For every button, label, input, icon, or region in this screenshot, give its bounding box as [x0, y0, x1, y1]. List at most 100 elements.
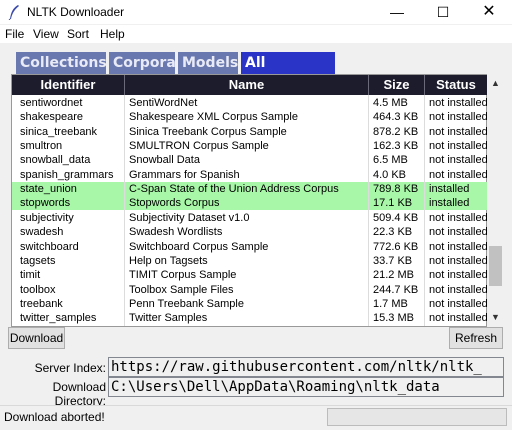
cell-identifier: spanish_grammars — [20, 168, 114, 181]
cell-size: 22.3 KB — [373, 226, 413, 239]
maximize-button[interactable]: ☐ — [420, 0, 466, 24]
column-divider — [124, 95, 125, 326]
table-row[interactable]: sentiwordnet SentiWordNet 4.5 MB not instal… — [12, 96, 488, 110]
table-row[interactable]: swadesh Swadesh Wordlists 22.3 KB not insta… — [12, 225, 488, 239]
table-row[interactable]: twitter_samples Twitter Samples 15.3 MB not… — [12, 311, 488, 325]
cell-identifier: state_union — [20, 183, 77, 196]
cell-status: not installed — [429, 125, 488, 138]
download-directory-field[interactable]: C:\Users\Dell\AppData\Roaming\nltk_data — [108, 377, 504, 397]
cell-identifier: sentiwordnet — [20, 97, 83, 109]
cell-identifier: subjectivity — [20, 211, 74, 224]
table-row[interactable]: timit TIMIT Corpus Sample 21.2 MB not insta… — [12, 268, 488, 282]
cell-identifier: shakespeare — [20, 111, 83, 124]
table-row[interactable]: stopwords Stopwords Corpus 17.1 KB installe… — [12, 196, 487, 211]
download-directory-label: Download Directory: — [52, 380, 106, 408]
menu-file[interactable]: File — [5, 27, 24, 41]
cell-status: not installed — [429, 111, 488, 124]
server-index-label: Server Index: — [34, 361, 106, 375]
status-message: Download aborted! — [4, 410, 105, 424]
cell-name: Penn Treebank Sample — [129, 297, 244, 310]
cell-status: not installed — [429, 254, 488, 267]
table-row[interactable]: snowball_data Snowball Data 6.5 MB not inst… — [12, 153, 488, 167]
cell-size: 6.5 MB — [373, 154, 408, 167]
cell-status: installed — [429, 197, 470, 210]
cell-status: not installed — [429, 283, 488, 296]
download-button[interactable]: Download — [8, 327, 65, 349]
table-row[interactable]: shakespeare Shakespeare XML Corpus Sample… — [12, 110, 488, 124]
tab-collections[interactable]: Collections — [16, 52, 107, 75]
cell-identifier: smultron — [20, 140, 63, 153]
cell-status: not installed — [429, 226, 488, 239]
cell-size: 464.3 KB — [373, 111, 419, 124]
tab-all-packages[interactable]: All Packages — [241, 52, 335, 94]
cell-size: 15.3 MB — [373, 312, 414, 325]
cell-name: Sinica Treebank Corpus Sample — [129, 125, 287, 138]
cell-identifier: snowball_data — [20, 154, 91, 167]
menu-view[interactable]: View — [33, 27, 59, 41]
cell-identifier: switchboard — [20, 240, 79, 253]
table-row[interactable]: smultron SMULTRON Corpus Sample 162.3 KB no… — [12, 139, 488, 153]
table-row[interactable]: treebank Penn Treebank Sample 1.7 MB not in… — [12, 297, 488, 311]
cell-status: not installed — [429, 154, 488, 167]
column-status[interactable]: Status — [425, 75, 487, 95]
cell-identifier: tagsets — [20, 254, 56, 267]
progress-bar — [327, 408, 507, 426]
menu-help[interactable]: Help — [100, 27, 125, 41]
cell-identifier: stopwords — [20, 197, 71, 210]
cell-size: 244.7 KB — [373, 283, 419, 296]
scroll-thumb[interactable] — [489, 246, 502, 286]
server-index-field[interactable]: https://raw.githubusercontent.com/nltk/n… — [108, 357, 504, 377]
cell-status: not installed — [429, 168, 488, 181]
column-identifier[interactable]: Identifier — [12, 75, 124, 95]
scroll-down-arrow-icon[interactable]: ▼ — [487, 309, 504, 326]
cell-name: Toolbox Sample Files — [129, 283, 234, 296]
column-divider — [424, 95, 425, 326]
cell-name: Twitter Samples — [129, 312, 208, 325]
cell-size: 4.5 MB — [373, 97, 408, 109]
cell-name: Snowball Data — [129, 154, 200, 167]
cell-name: Subjectivity Dataset v1.0 — [129, 211, 250, 224]
cell-status: not installed — [429, 97, 488, 109]
refresh-button[interactable]: Refresh — [449, 327, 503, 349]
column-name[interactable]: Name — [125, 75, 368, 95]
cell-size: 33.7 KB — [373, 254, 413, 267]
cell-status: not installed — [429, 240, 488, 253]
cell-status: not installed — [429, 140, 488, 153]
close-button[interactable]: ✕ — [466, 0, 512, 24]
cell-size: 162.3 KB — [373, 140, 419, 153]
table-row[interactable]: toolbox Toolbox Sample Files 244.7 KB not i… — [12, 283, 488, 297]
window-title: NLTK Downloader — [27, 5, 125, 19]
cell-status: not installed — [429, 312, 488, 325]
cell-size: 789.8 KB — [373, 183, 419, 196]
menu-sort[interactable]: Sort — [67, 27, 89, 41]
minimize-button[interactable]: — — [374, 0, 420, 24]
table-row[interactable]: state_union C-Span State of the Union Add… — [12, 182, 487, 197]
table-row[interactable]: switchboard Switchboard Corpus Sample 772.… — [12, 240, 488, 254]
cell-size: 878.2 KB — [373, 125, 419, 138]
cell-identifier: sinica_treebank — [20, 125, 98, 138]
tab-corpora[interactable]: Corpora — [109, 52, 176, 75]
vertical-scrollbar[interactable] — [487, 75, 504, 326]
cell-size: 1.7 MB — [373, 297, 408, 310]
cell-size: 509.4 KB — [373, 211, 419, 224]
table-row[interactable]: tagsets Help on Tagsets 33.7 KB not install… — [12, 254, 488, 268]
column-size[interactable]: Size — [369, 75, 424, 95]
cell-size: 4.0 KB — [373, 168, 407, 181]
cell-name: SMULTRON Corpus Sample — [129, 140, 269, 153]
cell-status: not installed — [429, 269, 488, 282]
tab-models[interactable]: Models — [178, 52, 238, 75]
scroll-up-arrow-icon[interactable]: ▲ — [487, 75, 504, 92]
cell-name: Switchboard Corpus Sample — [129, 240, 269, 253]
column-divider — [368, 95, 369, 326]
table-row[interactable]: sinica_treebank Sinica Treebank Corpus Sa… — [12, 125, 488, 139]
table-row[interactable]: spanish_grammars Grammars for Spanish 4.0 … — [12, 168, 488, 182]
cell-identifier: twitter_samples — [20, 312, 97, 325]
cell-size: 21.2 MB — [373, 269, 414, 282]
feather-icon — [8, 5, 19, 20]
cell-name: Stopwords Corpus — [129, 197, 220, 210]
cell-identifier: timit — [20, 269, 41, 282]
cell-size: 17.1 KB — [373, 197, 413, 210]
cell-identifier: toolbox — [20, 283, 56, 296]
cell-status: not installed — [429, 211, 488, 224]
table-row[interactable]: subjectivity Subjectivity Dataset v1.0 509… — [12, 211, 488, 225]
